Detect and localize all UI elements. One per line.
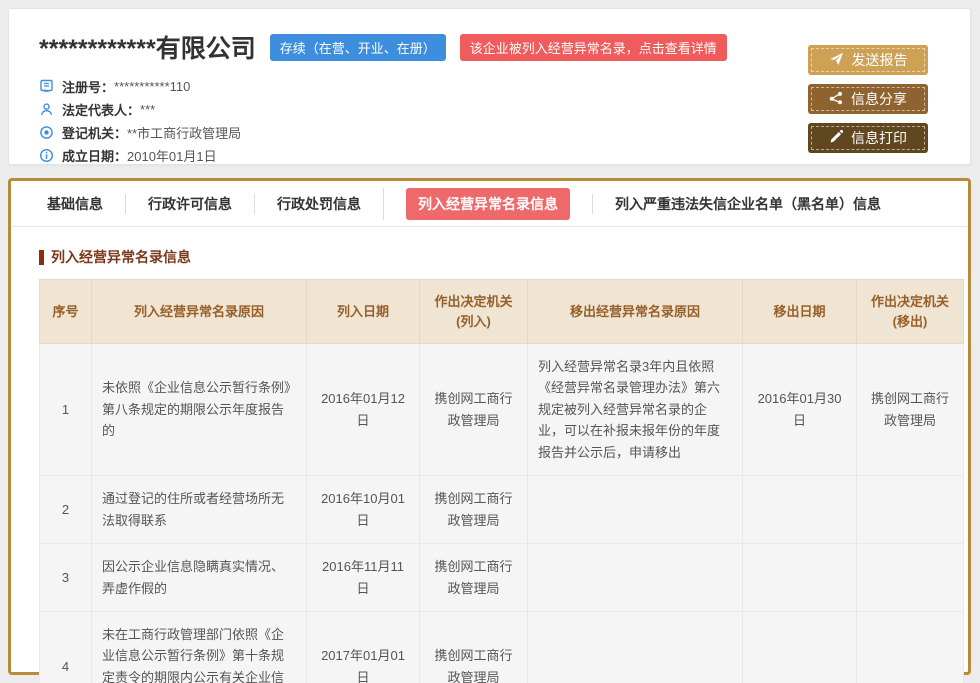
cell-removal-date: [743, 476, 857, 544]
abnormal-alert-badge[interactable]: 该企业被列入经营异常名录，点击查看详情: [460, 34, 727, 61]
cell-index: 3: [40, 544, 92, 612]
registration-icon: [39, 79, 54, 94]
cell-index: 2: [40, 476, 92, 544]
tab-label: 行政处罚信息: [277, 196, 361, 212]
cell-listing-date: 2017年01月01日: [307, 611, 420, 683]
detail-panel: 基础信息 行政许可信息 行政处罚信息 列入经营异常名录信息 列入严重违法失信企业…: [8, 178, 971, 675]
cell-listing-reason: 因公示企业信息隐瞒真实情况、弄虚作假的: [92, 544, 307, 612]
cell-removal-reason: [528, 544, 743, 612]
cell-listing-date: 2016年10月01日: [307, 476, 420, 544]
company-name: ************有限公司: [39, 29, 256, 65]
cell-removal-org: 携创网工商行政管理局: [857, 344, 964, 476]
cell-index: 4: [40, 611, 92, 683]
cell-removal-reason: 列入经营异常名录3年内且依照《经营异常名录管理办法》第六规定被列入经营异常名录的…: [528, 344, 743, 476]
legal-representative-label: 法定代表人：: [62, 100, 140, 119]
column-header-removal-org: 作出决定机关(移出): [857, 280, 964, 344]
tab[interactable]: 列入严重违法失信企业名单（黑名单）信息: [592, 194, 903, 214]
cell-removal-reason: [528, 476, 743, 544]
cell-removal-org: [857, 611, 964, 683]
column-header-removal-date: 移出日期: [743, 280, 857, 344]
status-badge: 存续（在营、开业、在册）: [270, 34, 446, 61]
column-header-listing-reason: 列入经营异常名录原因: [92, 280, 307, 344]
column-header-listing-org: 作出决定机关(列入): [420, 280, 528, 344]
share-info-label: 信息分享: [851, 89, 907, 109]
abnormal-records-table: 序号 列入经营异常名录原因 列入日期 作出决定机关(列入) 移出经营异常名录原因…: [39, 279, 964, 683]
establishment-date-value: 2010年01月1日: [127, 146, 217, 165]
cell-listing-org: 携创网工商行政管理局: [420, 476, 528, 544]
cell-listing-reason: 未依照《企业信息公示暂行条例》第八条规定的期限公示年度报告的: [92, 344, 307, 476]
column-header-index: 序号: [40, 280, 92, 344]
send-report-button[interactable]: 发送报告: [808, 45, 928, 75]
info-icon: [39, 148, 54, 163]
print-info-button[interactable]: 信息打印: [808, 123, 928, 153]
registration-number-value: ***********110: [114, 79, 190, 94]
table-header-row: 序号 列入经营异常名录原因 列入日期 作出决定机关(列入) 移出经营异常名录原因…: [40, 280, 964, 344]
legal-representative-value: ***: [140, 102, 155, 117]
print-info-label: 信息打印: [851, 128, 907, 148]
table-row: 3 因公示企业信息隐瞒真实情况、弄虚作假的 2016年11月11日 携创网工商行…: [40, 544, 964, 612]
cell-listing-org: 携创网工商行政管理局: [420, 344, 528, 476]
send-icon: [829, 52, 844, 69]
tab[interactable]: 行政处罚信息: [254, 194, 383, 214]
cell-removal-org: [857, 544, 964, 612]
cell-listing-org: 携创网工商行政管理局: [420, 544, 528, 612]
cell-removal-org: [857, 476, 964, 544]
tab[interactable]: 基础信息: [25, 194, 125, 214]
tab-label: 基础信息: [47, 196, 103, 212]
share-info-button[interactable]: 信息分享: [808, 84, 928, 114]
registration-authority-value: **市工商行政管理局: [127, 123, 241, 142]
establishment-date-label: 成立日期：: [62, 146, 127, 165]
cell-listing-org: 携创网工商行政管理局: [420, 611, 528, 683]
tab-label: 列入经营异常名录信息: [406, 188, 570, 220]
table-row: 4 未在工商行政管理部门依照《企业信息公示暂行条例》第十条规定责令的期限内公示有…: [40, 611, 964, 683]
share-icon: [829, 91, 843, 108]
person-icon: [39, 102, 54, 117]
cell-listing-date: 2016年01月12日: [307, 344, 420, 476]
cell-listing-date: 2016年11月11日: [307, 544, 420, 612]
location-icon: [39, 125, 54, 140]
tab-label: 列入严重违法失信企业名单（黑名单）信息: [615, 196, 881, 212]
send-report-label: 发送报告: [852, 50, 908, 70]
registration-number-label: 注册号：: [62, 77, 114, 96]
tab-bar: 基础信息 行政许可信息 行政处罚信息 列入经营异常名录信息 列入严重违法失信企业…: [11, 181, 968, 227]
cell-removal-reason: [528, 611, 743, 683]
cell-listing-reason: 通过登记的住所或者经营场所无法取得联系: [92, 476, 307, 544]
cell-removal-date: 2016年01月30日: [743, 344, 857, 476]
cell-removal-date: [743, 611, 857, 683]
pencil-icon: [829, 130, 843, 147]
cell-index: 1: [40, 344, 92, 476]
cell-listing-reason: 未在工商行政管理部门依照《企业信息公示暂行条例》第十条规定责令的期限内公示有关企…: [92, 611, 307, 683]
tab-label: 行政许可信息: [148, 196, 232, 212]
company-summary-card: ************有限公司 存续（在营、开业、在册） 该企业被列入经营异常…: [8, 8, 971, 165]
table-row: 1 未依照《企业信息公示暂行条例》第八条规定的期限公示年度报告的 2016年01…: [40, 344, 964, 476]
cell-removal-date: [743, 544, 857, 612]
registration-authority-label: 登记机关：: [62, 123, 127, 142]
column-header-listing-date: 列入日期: [307, 280, 420, 344]
tab[interactable]: 行政许可信息: [125, 194, 254, 214]
action-buttons: 发送报告 信息分享 信息打印: [808, 45, 928, 162]
table-row: 2 通过登记的住所或者经营场所无法取得联系 2016年10月01日 携创网工商行…: [40, 476, 964, 544]
column-header-removal-reason: 移出经营异常名录原因: [528, 280, 743, 344]
section-title: 列入经营异常名录信息: [39, 247, 968, 267]
tab[interactable]: 列入经营异常名录信息: [383, 188, 592, 220]
